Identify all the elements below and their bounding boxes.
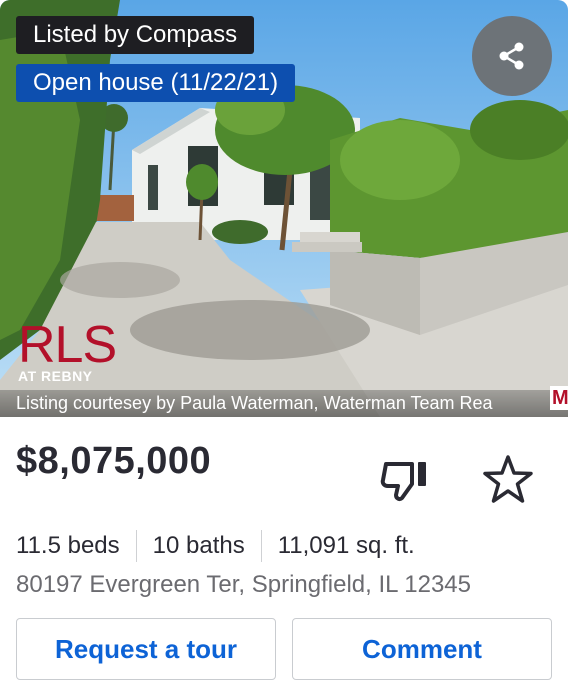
listing-photo[interactable]: Listed by Compass Open house (11/22/21) … [0,0,568,417]
favorite-button[interactable] [482,454,534,506]
star-icon [483,455,533,503]
comment-button[interactable]: Comment [292,618,552,680]
baths-count: 10 baths [135,530,261,562]
open-house-badge: Open house (11/22/21) [16,64,296,102]
listing-price: $8,075,000 [16,440,212,482]
listing-courtesy-text: Listing courtesey by Paula Waterman, Wat… [0,390,568,417]
rls-logo-letters: RLS [18,316,117,374]
corner-logo: M [550,386,568,410]
property-facts: 11.5 beds 10 baths 11,091 sq. ft. [16,530,431,562]
share-button[interactable] [472,16,552,96]
dislike-button[interactable] [380,456,432,504]
beds-count: 11.5 beds [16,532,120,559]
share-icon [499,42,524,70]
listing-address: 80197 Evergreen Ter, Springfield, IL 123… [16,571,471,598]
request-tour-button[interactable]: Request a tour [16,618,276,680]
rls-logo: RLS AT REBNY [18,316,128,384]
thumbs-down-icon [380,462,426,501]
square-footage: 11,091 sq. ft. [260,530,431,562]
listed-by-badge: Listed by Compass [16,16,255,54]
